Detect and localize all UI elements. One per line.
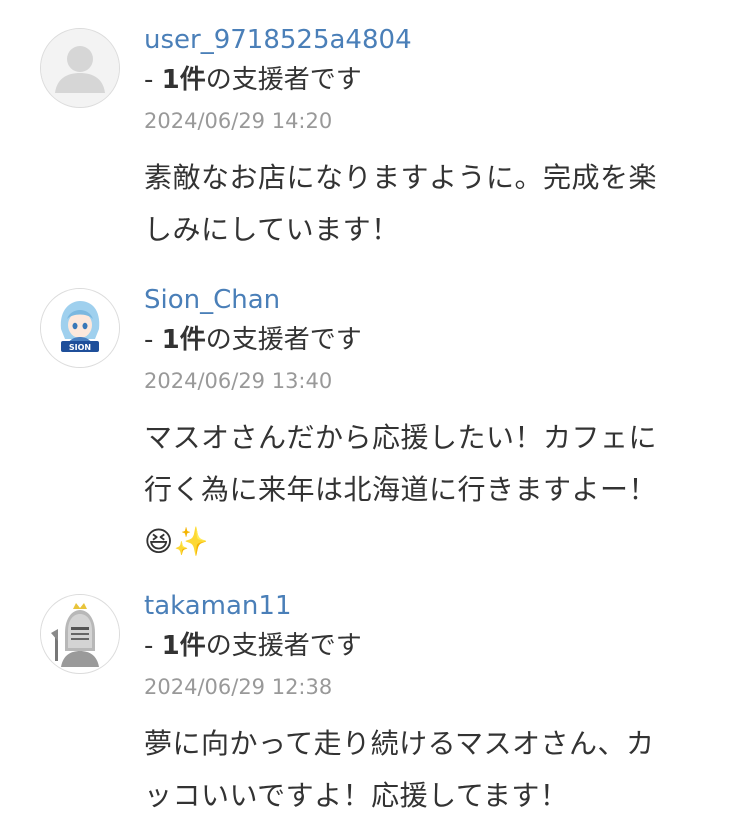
- supporter-count: - 1件の支援者です: [144, 325, 362, 355]
- knight-helmet-avatar: [41, 595, 119, 673]
- supporter-count: - 1件の支援者です: [144, 65, 362, 95]
- username-link[interactable]: user_9718525a4804: [144, 22, 704, 58]
- comment-date: 2024/06/29 13:40: [144, 369, 333, 393]
- comment-date: 2024/06/29 14:20: [144, 109, 333, 133]
- default-user-icon: [41, 29, 119, 107]
- username-link[interactable]: Sion_Chan: [144, 282, 704, 318]
- comment-text: 素敵なお店になりますように。完成を楽 しみにしています！: [144, 161, 658, 246]
- supporter-count: - 1件の支援者です: [144, 631, 362, 661]
- comment-date: 2024/06/29 12:38: [144, 675, 333, 699]
- comment-text: 夢に向かって走り続けるマスオさん、カ ッコいいですよ！応援してます！: [144, 727, 655, 812]
- avatar[interactable]: [40, 594, 120, 674]
- avatar[interactable]: [40, 28, 120, 108]
- avatar-banner-text: SION: [69, 343, 91, 352]
- anime-character-avatar: SION: [41, 289, 119, 367]
- username-link[interactable]: takaman11: [144, 588, 704, 624]
- comment-text: マスオさんだから応援したい！カフェに 行く為に来年は北海道に行きますよー！ 😆✨: [144, 421, 658, 558]
- avatar[interactable]: SION: [40, 288, 120, 368]
